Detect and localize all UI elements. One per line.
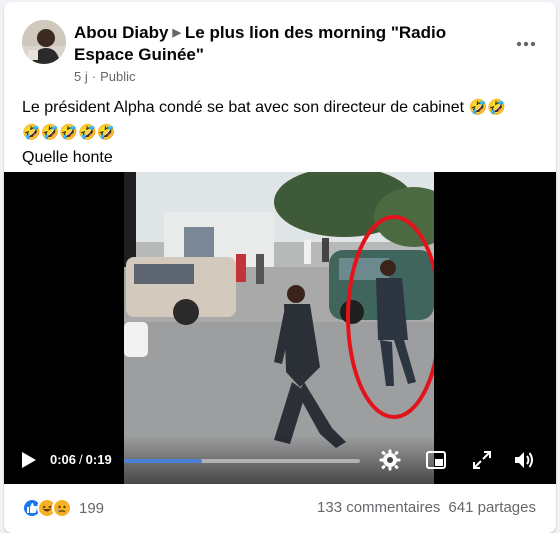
reaction-count[interactable]: 199 bbox=[79, 500, 104, 517]
picture-in-picture-icon[interactable] bbox=[424, 448, 448, 472]
post-text: Le président Alpha condé se bat avec son… bbox=[22, 95, 542, 170]
caret-right-icon: ▶ bbox=[172, 27, 181, 39]
post-footer: 199 133 commentaires 641 partages bbox=[4, 484, 556, 533]
time-separator: / bbox=[79, 452, 83, 467]
play-icon[interactable] bbox=[18, 450, 38, 470]
laugh-emoji: 🤣🤣 bbox=[468, 99, 506, 116]
fullscreen-icon[interactable] bbox=[470, 448, 494, 472]
video-time: 0:06/0:19 bbox=[50, 452, 112, 467]
more-options-icon[interactable] bbox=[510, 28, 542, 60]
video-controls: 0:06/0:19 bbox=[4, 436, 556, 484]
laugh-emoji-row: 🤣🤣🤣🤣🤣 bbox=[22, 124, 116, 141]
post-text-line1: Le président Alpha condé se bat avec son… bbox=[22, 99, 465, 116]
author-avatar[interactable] bbox=[22, 20, 66, 64]
progress-bar[interactable] bbox=[124, 459, 360, 463]
shares-count[interactable]: 641 partages bbox=[448, 499, 536, 516]
duration: 0:19 bbox=[85, 452, 112, 467]
settings-icon[interactable] bbox=[378, 448, 402, 472]
progress-fill bbox=[124, 459, 202, 463]
comments-count[interactable]: 133 commentaires bbox=[317, 499, 440, 516]
reactions-summary[interactable]: 199 bbox=[22, 498, 104, 518]
audience-label: Public bbox=[100, 69, 136, 84]
author-name[interactable]: Abou Diaby bbox=[74, 23, 168, 42]
post-meta: 5 j · Public bbox=[74, 69, 136, 84]
video-player[interactable]: 0:06/0:19 bbox=[4, 172, 556, 484]
post-time[interactable]: 5 j bbox=[74, 69, 88, 84]
post-header: Abou Diaby ▶ Le plus lion des morning "Rad… bbox=[74, 22, 484, 66]
volume-icon[interactable] bbox=[512, 448, 536, 472]
meta-separator: · bbox=[91, 69, 97, 84]
sad-icon bbox=[52, 498, 72, 518]
post-text-line3: Quelle honte bbox=[22, 149, 113, 166]
post-card: Abou Diaby ▶ Le plus lion des morning "Rad… bbox=[4, 2, 556, 533]
current-time: 0:06 bbox=[50, 452, 77, 467]
engagement-stats: 133 commentaires 641 partages bbox=[317, 499, 536, 516]
